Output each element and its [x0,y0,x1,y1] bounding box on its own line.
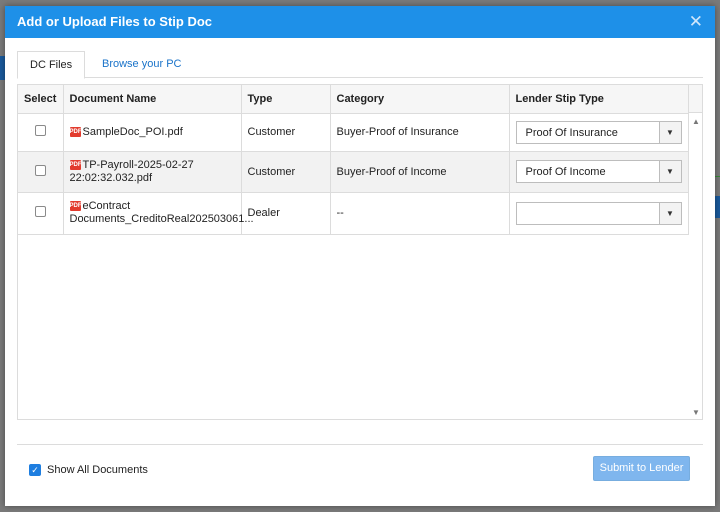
documents-table: Select Document Name Type Category Lende… [18,85,689,235]
lender-stip-type-cell: ▼ [509,192,689,235]
document-name-link[interactable]: SampleDoc_POI.pdf [83,126,183,138]
row-select-checkbox[interactable] [34,206,46,217]
row-select-checkbox[interactable] [34,164,46,176]
select-value: Proof Of Insurance [525,126,618,139]
column-header-lender-stip-type: Lender Stip Type [509,85,689,114]
chevron-down-icon[interactable]: ▼ [658,121,681,143]
document-name-cell: PDFTP-Payroll-2025-02-27 22:02:32.032.pd… [63,151,242,193]
scroll-up-icon[interactable]: ▲ [692,117,700,126]
grid-vertical-scrollbar[interactable]: ▲ ▼ [690,113,702,419]
tab-browse-your-pc[interactable]: Browse your PC [90,51,193,79]
documents-grid: Select Document Name Type Category Lende… [17,84,703,420]
column-header-select: Select [18,85,64,114]
upload-files-dialog: Add or Upload Files to Stip Doc ✕ DC Fil… [5,6,715,506]
document-name-link-continued[interactable]: Documents_CreditoReal202503061... [70,213,254,225]
document-name-cell: PDFeContract Documents_CreditoReal202503… [63,192,254,235]
column-header-category: Category [330,85,510,114]
type-cell: Dealer [241,192,331,235]
lender-stip-type-select[interactable]: ▼ [515,201,682,225]
pdf-file-icon: PDF [69,159,82,170]
tab-dc-files[interactable]: DC Files [17,51,86,79]
table-header-row: Select Document Name Type Category Lende… [18,85,689,114]
footer-divider [17,444,703,445]
select-value: Proof Of Income [525,166,606,178]
close-icon[interactable]: ✕ [689,12,703,32]
table-row: PDFTP-Payroll-2025-02-27 22:02:32.032.pd… [18,151,689,193]
document-name-link-continued[interactable]: 22:02:32.032.pdf [70,172,153,184]
row-select-checkbox[interactable] [34,125,46,136]
pdf-file-icon: PDF [69,201,82,211]
pdf-file-icon: PDF [69,126,82,137]
column-header-document-name: Document Name [63,85,242,114]
checkbox-checked-icon[interactable]: ✓ [29,464,41,476]
tab-bar: DC Files Browse your PC [17,51,703,79]
dialog-title: Add or Upload Files to Stip Doc [17,14,212,29]
chevron-down-icon[interactable]: ▼ [658,202,681,224]
category-cell: Buyer-Proof of Income [330,151,510,193]
scroll-down-icon[interactable]: ▼ [692,408,700,417]
lender-stip-type-cell: Proof Of Insurance ▼ [509,113,689,152]
table-row: PDFSampleDoc_POI.pdf Customer Buyer-Proo… [18,113,689,152]
lender-stip-type-select[interactable]: Proof Of Income ▼ [515,160,682,183]
column-header-type: Type [241,85,331,114]
chevron-down-icon[interactable]: ▼ [658,161,681,182]
dialog-header: Add or Upload Files to Stip Doc ✕ [5,6,715,38]
document-name-link[interactable]: TP-Payroll-2025-02-27 [83,159,194,171]
document-name-link[interactable]: eContract [83,200,131,212]
type-cell: Customer [241,151,331,193]
show-all-documents-toggle[interactable]: ✓ Show All Documents [29,463,148,477]
lender-stip-type-cell: Proof Of Income ▼ [509,151,689,193]
category-cell: -- [330,192,510,235]
submit-to-lender-button[interactable]: Submit to Lender [593,456,690,481]
type-cell: Customer [241,113,331,152]
show-all-documents-label: Show All Documents [47,464,148,476]
table-row: PDFeContract Documents_CreditoReal202503… [18,192,689,235]
category-cell: Buyer-Proof of Insurance [330,113,510,152]
lender-stip-type-select[interactable]: Proof Of Insurance ▼ [515,120,682,144]
document-name-cell: PDFSampleDoc_POI.pdf [63,113,242,152]
